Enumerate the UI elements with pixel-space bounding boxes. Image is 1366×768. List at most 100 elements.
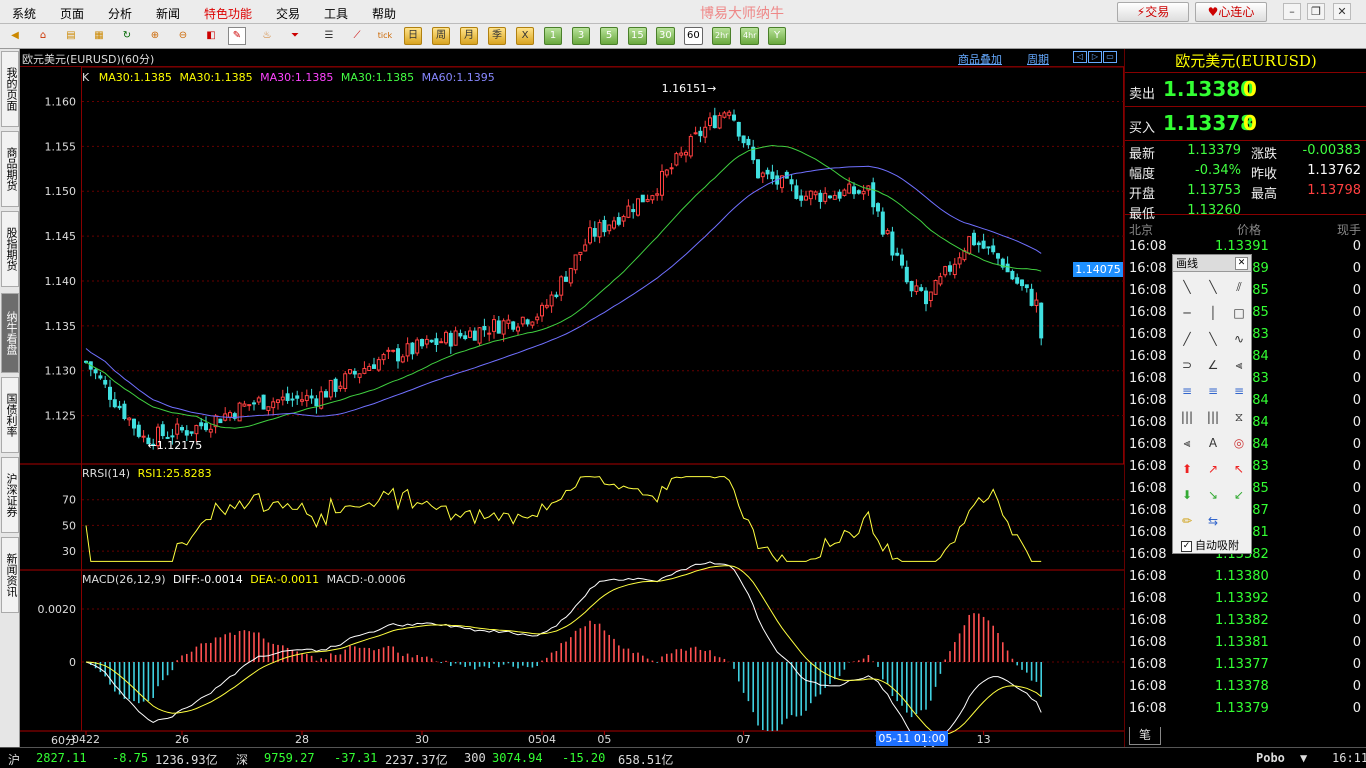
menu-system[interactable]: 系统 xyxy=(12,5,36,22)
draw-tool-icon[interactable]: ≡ xyxy=(1177,381,1197,401)
period-5[interactable]: 5 xyxy=(600,27,618,45)
sell-quote[interactable]: 卖出 1.13380 0 xyxy=(1125,73,1366,107)
line-chart-icon[interactable]: ⟋ xyxy=(348,27,366,45)
period-15[interactable]: 15 xyxy=(628,27,647,45)
draw-tool-icon[interactable]: ⇆ xyxy=(1203,511,1223,531)
period-1[interactable]: 1 xyxy=(544,27,562,45)
draw-tool-icon[interactable]: │ xyxy=(1203,303,1223,323)
connect-button[interactable]: ♥心连心 xyxy=(1195,2,1267,22)
draw-tool-icon[interactable]: ∿ xyxy=(1229,329,1249,349)
draw-tool-icon[interactable]: ≡ xyxy=(1229,381,1249,401)
drawing-panel-title[interactable]: 画线 ✕ xyxy=(1173,255,1251,272)
stat-label: 最高 xyxy=(1251,187,1278,202)
draw-tool-icon[interactable]: ╱ xyxy=(1177,329,1197,349)
back-icon[interactable]: ◀ xyxy=(6,27,24,45)
minimize-button[interactable]: – xyxy=(1283,3,1301,20)
tab-bond-rates[interactable]: 国债利率 xyxy=(1,377,19,453)
draw-tool-icon[interactable]: ⊃ xyxy=(1177,355,1197,375)
draw-tool-icon[interactable]: ⫷ xyxy=(1177,433,1197,453)
draw-tool-icon[interactable]: ─ xyxy=(1177,303,1197,323)
draw-tool-icon[interactable]: ↖ xyxy=(1229,459,1249,479)
draw-tool-icon[interactable]: ⫷ xyxy=(1229,355,1249,375)
draw-tool-icon[interactable]: ⫽ xyxy=(1229,277,1249,297)
draw-tool-icon[interactable]: □ xyxy=(1229,303,1249,323)
pencil-icon[interactable]: ✎ xyxy=(228,27,246,45)
chart-area[interactable]: 1.160 1.155 1.150 1.145 1.140 1.135 1.130 1.125… xyxy=(20,49,1124,747)
candle-body xyxy=(405,343,410,357)
draw-tool-icon[interactable]: ╲ xyxy=(1203,277,1223,297)
period-3[interactable]: 3 xyxy=(572,27,590,45)
candle-body xyxy=(520,316,525,325)
draw-tool-icon[interactable]: ∠ xyxy=(1203,355,1223,375)
close-icon[interactable]: ✕ xyxy=(1235,257,1248,270)
period-year[interactable]: Y xyxy=(768,27,786,45)
draw-tool-icon[interactable]: ↘ xyxy=(1203,485,1223,505)
kline-chart[interactable]: 1.160 1.155 1.150 1.145 1.140 1.135 1.130 1.125… xyxy=(20,49,1124,747)
draw-tool-icon[interactable]: ↙ xyxy=(1229,485,1249,505)
overlay-link[interactable]: 商品叠加 xyxy=(958,51,1002,67)
nav-expand-icon[interactable]: ▭ xyxy=(1103,51,1117,63)
tab-commodity-futures[interactable]: 商品期货 xyxy=(1,131,19,207)
nav-left-icon[interactable]: ◁ xyxy=(1073,51,1087,63)
draw-tool-icon[interactable]: ✏ xyxy=(1177,511,1197,531)
restore-button[interactable]: ❐ xyxy=(1307,3,1325,20)
draw-tool-icon[interactable]: ↗ xyxy=(1203,459,1223,479)
draw-tool-icon[interactable]: ╲ xyxy=(1203,329,1223,349)
draw-tool-icon[interactable]: ⬇ xyxy=(1177,485,1197,505)
draw-tool-icon[interactable]: ◎ xyxy=(1229,433,1249,453)
menu-tools[interactable]: 工具 xyxy=(324,5,348,22)
auto-attach-checkbox[interactable]: ✓ 自动吸附 xyxy=(1181,537,1239,553)
close-button[interactable]: ✕ xyxy=(1333,3,1351,20)
menu-help[interactable]: 帮助 xyxy=(372,5,396,22)
period-2hr[interactable]: 2hr xyxy=(712,27,732,45)
menu-page[interactable]: 页面 xyxy=(60,5,84,22)
draw-tool-icon[interactable]: A xyxy=(1203,433,1223,453)
zoom-out-icon[interactable]: ⊖ xyxy=(174,27,192,45)
period-month[interactable]: 月 xyxy=(460,27,478,45)
tab-securities[interactable]: 沪深证券 xyxy=(1,457,19,533)
period-30[interactable]: 30 xyxy=(656,27,675,45)
candle-body xyxy=(799,195,804,201)
filter-icon[interactable]: ⏷ xyxy=(286,27,304,45)
menu-features[interactable]: 特色功能 xyxy=(204,5,252,22)
menu-analysis[interactable]: 分析 xyxy=(108,5,132,22)
period-week[interactable]: 周 xyxy=(432,27,450,45)
table-icon[interactable]: ☰ xyxy=(320,27,338,45)
trade-button[interactable]: ⚡交易 xyxy=(1117,2,1189,22)
tab-naniu-watch[interactable]: 纳牛看盘 xyxy=(1,293,19,373)
stat-value: 1.13762 xyxy=(1307,163,1361,178)
period-day[interactable]: 日 xyxy=(404,27,422,45)
period-quarter[interactable]: 季 xyxy=(488,27,506,45)
period-link[interactable]: 周期 xyxy=(1027,51,1049,67)
tab-news[interactable]: 新闻资讯 xyxy=(1,537,19,613)
paint-icon[interactable]: ♨ xyxy=(258,27,276,45)
draw-tool-icon[interactable]: ≡ xyxy=(1203,381,1223,401)
zoom-in-icon[interactable]: ⊕ xyxy=(146,27,164,45)
candle-body xyxy=(429,339,434,343)
draw-tool-icon[interactable]: ||| xyxy=(1177,407,1197,427)
tick-icon[interactable]: tick xyxy=(376,27,394,45)
period-4hr[interactable]: 4hr xyxy=(740,27,760,45)
menu-news[interactable]: 新闻 xyxy=(156,5,180,22)
window-icon[interactable]: ◧ xyxy=(202,27,220,45)
price-tick-label: 1.155 xyxy=(45,140,77,153)
rsi-line xyxy=(85,476,1042,563)
ma-legend-2: MA30:1.1385 xyxy=(179,71,253,84)
tab-index-futures[interactable]: 股指期货 xyxy=(1,211,19,287)
draw-tool-icon[interactable]: ⧖ xyxy=(1229,407,1249,427)
period-60[interactable]: 60 xyxy=(684,27,703,45)
buy-quote[interactable]: 买入 1.13378 0 xyxy=(1125,107,1366,141)
home-icon[interactable]: ⌂ xyxy=(34,27,52,45)
tick-tab[interactable]: 笔 xyxy=(1129,727,1161,745)
menu-trade[interactable]: 交易 xyxy=(276,5,300,22)
candle-body xyxy=(732,114,736,121)
calendar-icon[interactable]: ▦ xyxy=(90,27,108,45)
refresh-icon[interactable]: ↻ xyxy=(118,27,136,45)
period-x[interactable]: X xyxy=(516,27,534,45)
tab-my-page[interactable]: 我的页面 xyxy=(1,51,19,127)
book-icon[interactable]: ▤ xyxy=(62,27,80,45)
draw-tool-icon[interactable]: ||| xyxy=(1203,407,1223,427)
draw-tool-icon[interactable]: ⬆ xyxy=(1177,459,1197,479)
draw-tool-icon[interactable]: ╲ xyxy=(1177,277,1197,297)
nav-right-icon[interactable]: ▷ xyxy=(1088,51,1102,63)
